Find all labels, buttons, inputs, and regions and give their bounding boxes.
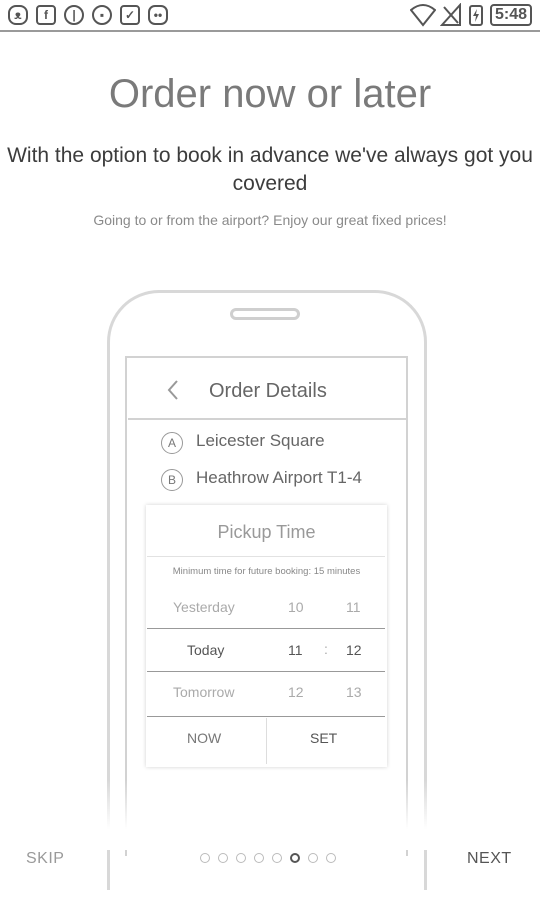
row-yesterday-day: Yesterday [173,599,235,615]
dropoff-location: Heathrow Airport T1-4 [196,468,362,487]
facebook-icon: f [36,5,56,25]
pickup-time-title: Pickup Time [217,522,316,542]
page-indicator [200,853,336,863]
status-bar: ᴥ f | ▪ ✓ •• 5:48 [0,0,540,32]
pickup-location: Leicester Square [196,431,325,450]
chevron-left-icon [167,380,178,400]
divider [147,556,385,557]
circle-bar-icon: | [64,5,84,25]
android-icon: •• [148,5,168,25]
row-tomorrow-day: Tomorrow [173,684,235,700]
buttons-divider [147,716,385,717]
page-dot [254,853,264,863]
page-caption: Going to or from the airport? Enjoy our … [93,212,447,228]
next-button[interactable]: NEXT [467,850,512,868]
order-details-title: Order Details [209,380,327,402]
set-button: SET [310,730,338,746]
buttons-separator [266,718,267,764]
selection-line-bottom [147,671,385,672]
wifi-icon [410,4,436,27]
lock-icon: ▪ [92,5,112,25]
page-dot-active [290,853,300,863]
row-tomorrow-minute: 13 [346,684,362,700]
row-today-hour: 11 [288,642,303,658]
row-tomorrow-hour: 12 [288,684,304,700]
dropoff-badge: B [161,469,183,491]
row-today-day: Today [187,642,225,658]
row-yesterday-hour: 10 [288,599,304,615]
phone-speaker [230,308,300,320]
row-yesterday-minute: 11 [346,599,361,615]
now-button: NOW [187,730,222,746]
page-dot [236,853,246,863]
selection-line-top [147,628,385,629]
checkbox-icon: ✓ [120,5,140,25]
pickup-time-note: Minimum time for future booking: 15 minu… [172,566,361,577]
page-title: Order now or later [108,72,432,116]
battery-charging-icon [469,5,483,26]
skip-button[interactable]: SKIP [26,850,64,868]
phone-fade [100,780,440,850]
page-dot [218,853,228,863]
row-today-minute: 12 [346,642,362,658]
page-dot [326,853,336,863]
page-dot [308,853,318,863]
cat-face-icon: ᴥ [8,5,28,25]
pickup-badge: A [161,432,183,454]
row-today-separator: : [324,641,328,657]
status-time: 5:48 [489,4,532,26]
no-signal-icon [440,3,461,26]
page-subtitle: With the option to book in advance we've… [7,144,533,195]
page-dot [200,853,210,863]
page-dot [272,853,282,863]
